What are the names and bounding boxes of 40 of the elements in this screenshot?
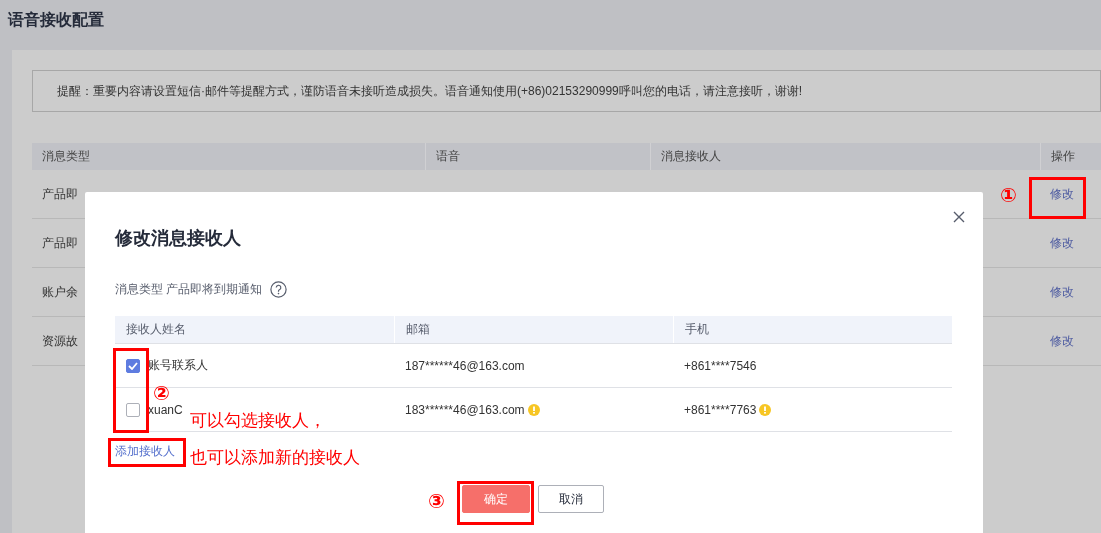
step-marker: ①	[1000, 185, 1017, 205]
cancel-button[interactable]: 取消	[538, 485, 604, 513]
confirm-button[interactable]: 确定	[462, 485, 530, 513]
add-recipient-link[interactable]: 添加接收人	[115, 443, 175, 460]
table-cell: 资源故	[42, 333, 78, 348]
edit-link[interactable]: 修改	[1050, 235, 1074, 250]
table-cell: 产品即	[42, 186, 78, 201]
column-header: 邮箱	[394, 316, 673, 344]
message-type-label: 消息类型 产品即将到期通知	[115, 281, 263, 298]
edit-link[interactable]: 修改	[1050, 186, 1074, 201]
checkbox[interactable]	[126, 358, 140, 373]
column-header: 接收人姓名	[115, 316, 394, 344]
table-cell: 账户余	[42, 284, 78, 299]
highlight-box	[1029, 177, 1086, 219]
help-icon[interactable]	[270, 281, 288, 298]
table-cell: 产品即	[42, 235, 78, 250]
recipient-name: 账号联系人	[148, 357, 208, 374]
phone-cell: +861****7546	[684, 358, 757, 373]
edit-link[interactable]: 修改	[1050, 284, 1074, 299]
annotation-text: 可以勾选接收人，	[190, 412, 326, 429]
edit-link[interactable]: 修改	[1050, 333, 1074, 348]
notice-text: 提醒：重要内容请设置短信·邮件等提醒方式，谨防语音未接听造成损失。语音通知使用(+86)02153290999呼叫您的电话，请注意接听，谢谢!	[57, 82, 803, 100]
column-header: 消息类型	[32, 143, 425, 170]
email-cell: 183******46@163.com	[405, 402, 525, 417]
phone-cell: +861****7763	[684, 402, 757, 417]
warning-icon	[527, 403, 540, 416]
dialog-title: 修改消息接收人	[115, 227, 242, 250]
step-marker: ②	[153, 383, 170, 403]
recipient-name: xuanC	[148, 402, 183, 417]
email-cell: 187******46@163.com	[405, 358, 525, 373]
checkbox[interactable]	[126, 402, 140, 417]
column-header: 语音	[425, 143, 650, 170]
page-title: 语音接收配置	[6, 10, 105, 30]
close-icon[interactable]	[953, 211, 965, 223]
column-header: 手机	[673, 316, 952, 344]
column-header: 操作	[1040, 143, 1101, 170]
annotation-text: 也可以添加新的接收人	[190, 449, 360, 466]
step-marker: ③	[428, 491, 445, 511]
column-header: 消息接收人	[650, 143, 1040, 170]
warning-icon	[759, 403, 772, 416]
